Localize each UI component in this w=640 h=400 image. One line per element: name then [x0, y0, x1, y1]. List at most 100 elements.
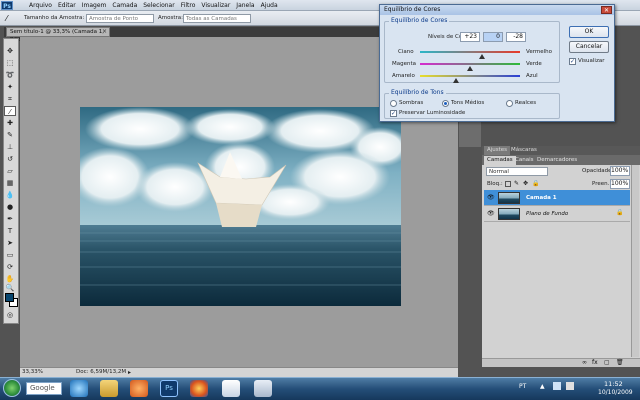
menu-janela[interactable]: Janela	[233, 0, 257, 11]
3d-rotate-tool-icon[interactable]: ⟳	[4, 262, 16, 272]
sample-select[interactable]: Todas as Camadas	[183, 14, 251, 23]
document-tab[interactable]: Sem título-1 @ 33,3% (Camada 1, RGB/8) *	[6, 27, 110, 43]
gradient-tool-icon[interactable]: ▦	[4, 178, 16, 188]
eyedropper-tool-icon[interactable]: ⁄	[6, 14, 15, 23]
yellow-blue-slider-track[interactable]	[420, 75, 520, 77]
yellow-blue-slider-thumb[interactable]	[453, 78, 459, 83]
volume-icon[interactable]	[566, 382, 574, 390]
internet-explorer-icon[interactable]	[70, 380, 88, 397]
tab-layers[interactable]: Camadas	[484, 156, 516, 165]
yellow-label: Amarelo	[392, 73, 415, 79]
layer-visibility-eye-icon[interactable]: 👁	[487, 210, 495, 217]
utility-app-icon[interactable]	[254, 380, 272, 397]
marquee-tool-icon[interactable]: ⬚	[4, 58, 16, 68]
menu-filtro[interactable]: Filtro	[178, 0, 199, 11]
midtones-radio[interactable]	[442, 100, 449, 107]
media-player-icon[interactable]	[130, 380, 148, 397]
lasso-tool-icon[interactable]: ➰	[4, 70, 16, 80]
preview-label: Visualizar	[578, 58, 605, 64]
lock-all-icon[interactable]: 🔒	[532, 180, 539, 187]
tray-arrow-icon[interactable]: ▲	[540, 383, 545, 390]
yellow-blue-level-field[interactable]: -28	[506, 32, 526, 42]
sample-size-select[interactable]: Amostra de Ponto	[86, 14, 154, 23]
tab-masks[interactable]: Máscaras	[508, 146, 540, 155]
eyedropper-tool-icon[interactable]: ⁄	[4, 106, 16, 116]
preview-checkbox[interactable]: ✓	[569, 58, 576, 65]
brush-tool-icon[interactable]: ✎	[4, 130, 16, 140]
ok-button[interactable]: OK	[569, 26, 609, 38]
shadows-radio[interactable]	[390, 100, 397, 107]
google-search-box[interactable]: Google	[26, 382, 62, 395]
explorer-folder-icon[interactable]	[100, 380, 118, 397]
sample-size-label: Tamanho da Amostra:	[24, 15, 85, 21]
lock-pixels-icon[interactable]: ✎	[514, 180, 519, 187]
cyan-red-level-field[interactable]: +23	[460, 32, 480, 42]
close-tab-icon[interactable]: ×	[102, 28, 107, 35]
magic-wand-tool-icon[interactable]: ✦	[4, 82, 16, 92]
dialog-close-icon[interactable]: ✕	[601, 6, 612, 14]
foreground-color-swatch[interactable]	[5, 293, 14, 302]
firefox-icon[interactable]	[190, 380, 208, 397]
network-icon[interactable]	[553, 382, 561, 390]
dodge-tool-icon[interactable]: ●	[4, 202, 16, 212]
path-selection-tool-icon[interactable]: ➤	[4, 238, 16, 248]
tab-adjustments[interactable]: Ajustes	[484, 146, 511, 155]
crop-tool-icon[interactable]: ⌗	[4, 94, 16, 104]
tab-paths[interactable]: Demarcadores	[534, 156, 580, 165]
menu-editar[interactable]: Editar	[55, 0, 79, 11]
cyan-red-slider-track[interactable]	[420, 51, 520, 53]
magenta-green-slider-track[interactable]	[420, 63, 520, 65]
menu-ajuda[interactable]: Ajuda	[258, 0, 281, 11]
status-menu-arrow-icon[interactable]: ▸	[128, 368, 131, 377]
cancel-button[interactable]: Cancelar	[569, 41, 609, 53]
magenta-green-level-field[interactable]: 0	[483, 32, 503, 42]
layer-visibility-eye-icon[interactable]: 👁	[487, 194, 495, 201]
zoom-level[interactable]: 33,33%	[22, 368, 43, 377]
type-tool-icon[interactable]: T	[4, 226, 16, 236]
magenta-label: Magenta	[392, 61, 417, 67]
highlights-radio[interactable]	[506, 100, 513, 107]
document-app-icon[interactable]	[222, 380, 240, 397]
opacity-field[interactable]: 100%	[610, 166, 630, 176]
shadows-label: Sombras	[399, 100, 424, 106]
quick-mask-icon[interactable]: ◎	[4, 310, 16, 320]
layer-row-background[interactable]: 👁 Plano de Fundo 🔒	[484, 206, 630, 222]
language-indicator[interactable]: PT	[519, 383, 526, 390]
shape-tool-icon[interactable]: ▭	[4, 250, 16, 260]
menu-imagem[interactable]: Imagem	[79, 0, 110, 11]
link-layers-icon[interactable]: ∞	[582, 359, 587, 366]
menu-selecionar[interactable]: Selecionar	[140, 0, 177, 11]
eraser-tool-icon[interactable]: ▱	[4, 166, 16, 176]
tab-channels[interactable]: Canais	[512, 156, 536, 165]
photoshop-taskbar-icon[interactable]: Ps	[160, 380, 178, 397]
layer-lock-icon: 🔒	[616, 209, 624, 216]
document-image[interactable]	[80, 107, 401, 306]
delete-layer-icon[interactable]: 🗑	[616, 359, 624, 366]
blur-tool-icon[interactable]: 💧	[4, 190, 16, 200]
layer-row-camada-1[interactable]: 👁 Camada 1	[484, 190, 630, 206]
zoom-tool-icon[interactable]: 🔍	[4, 283, 16, 293]
layer-style-icon[interactable]: fx	[592, 359, 598, 366]
lock-position-icon[interactable]: ✥	[523, 180, 528, 187]
stamp-tool-icon[interactable]: ⊥	[4, 142, 16, 152]
layer-name[interactable]: Camada 1	[526, 190, 557, 206]
clock-time[interactable]: 11:52	[604, 380, 623, 388]
menu-visualizar[interactable]: Visualizar	[198, 0, 233, 11]
blend-mode-select[interactable]: Normal	[486, 167, 548, 176]
new-layer-icon[interactable]: ▢	[604, 359, 610, 366]
move-tool-icon[interactable]: ✥	[4, 46, 16, 56]
healing-tool-icon[interactable]: ✚	[4, 118, 16, 128]
preserve-luminosity-checkbox[interactable]: ✓	[390, 110, 397, 117]
cyan-red-slider-thumb[interactable]	[479, 54, 485, 59]
fill-field[interactable]: 100%	[610, 179, 630, 189]
pen-tool-icon[interactable]: ✒	[4, 214, 16, 224]
layers-scrollbar[interactable]	[631, 165, 639, 357]
start-button[interactable]	[3, 379, 21, 397]
menu-arquivo[interactable]: Arquivo	[26, 0, 55, 11]
clock-date[interactable]: 10/10/2009	[598, 389, 633, 396]
layer-name[interactable]: Plano de Fundo	[526, 206, 568, 222]
magenta-green-slider-thumb[interactable]	[467, 66, 473, 71]
lock-transparency-icon[interactable]	[505, 181, 511, 187]
menu-camada[interactable]: Camada	[109, 0, 140, 11]
history-brush-tool-icon[interactable]: ↺	[4, 154, 16, 164]
